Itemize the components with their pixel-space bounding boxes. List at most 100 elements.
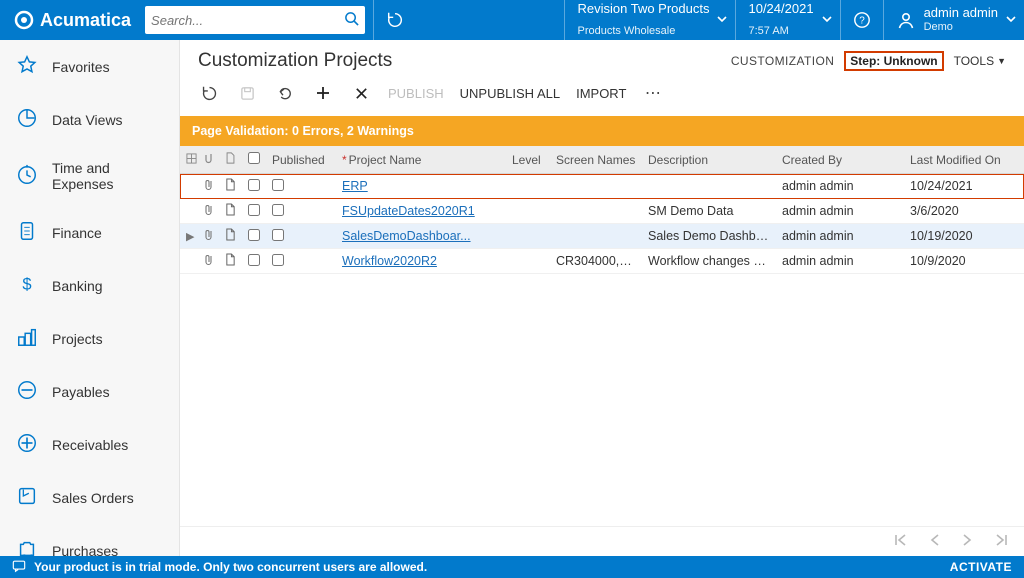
refresh-cell[interactable] [373,0,416,40]
notes-icon[interactable] [218,228,242,244]
search-box[interactable] [145,6,365,34]
main-area: Customization Projects CUSTOMIZATION Ste… [180,40,1024,556]
sidebar-item[interactable]: Favorites [0,40,179,93]
sidebar-item[interactable]: Time and Expenses [0,146,179,206]
cell-created-by: admin admin [776,204,904,218]
import-button[interactable]: IMPORT [576,86,626,101]
history-icon [386,11,404,29]
message-icon [12,559,26,576]
table-row[interactable]: ▶SalesDemoDashboar...Sales Demo Dashboa.… [180,224,1024,249]
sidebar-item[interactable]: Sales Orders [0,471,179,524]
business-date[interactable]: 10/24/2021 7:57 AM [735,0,839,40]
row-select-checkbox[interactable] [248,179,260,191]
notes-icon[interactable] [218,253,242,269]
svg-text:?: ? [859,16,865,27]
row-select-checkbox[interactable] [248,204,260,216]
sidebar-item[interactable]: Projects [0,312,179,365]
help-button[interactable]: ? [840,0,883,40]
company-name: Revision Two Products [577,2,709,17]
col-published[interactable]: Published [266,153,336,167]
search-input[interactable] [151,13,344,28]
cell-created-by: admin admin [776,229,904,243]
sidebar-item-label: Finance [52,225,102,241]
sidebar-item[interactable]: Finance [0,206,179,259]
project-name-link[interactable]: ERP [342,179,368,193]
published-checkbox[interactable] [272,229,284,241]
sidebar-icon [16,485,38,510]
user-name: admin admin [924,6,998,21]
save-button[interactable] [236,82,258,104]
page-next-icon[interactable] [962,534,972,549]
activate-button[interactable]: ACTIVATE [950,560,1012,574]
col-created-by[interactable]: Created By [776,153,904,167]
time-value: 7:57 AM [748,25,788,38]
more-actions-icon[interactable]: ⋯ [642,82,664,104]
sidebar-item-label: Data Views [52,112,123,128]
user-icon [896,10,916,30]
date-value: 10/24/2021 [748,2,813,17]
sidebar-item[interactable]: $Banking [0,259,179,312]
cell-modified: 10/9/2020 [904,254,1024,268]
sidebar-item-label: Sales Orders [52,490,134,506]
sidebar-icon [16,326,38,351]
col-screen-names[interactable]: Screen Names [550,153,642,167]
tools-menu[interactable]: TOOLS ▼ [954,54,1006,68]
sidebar-item-label: Purchases [52,543,118,559]
cell-created-by: admin admin [776,179,904,193]
sidebar-icon [16,54,38,79]
sidebar-icon [16,432,38,457]
table-row[interactable]: Workflow2020R2 CR304000,S...Workflow chan… [180,249,1024,274]
page-first-icon[interactable] [894,534,908,549]
attachment-icon[interactable] [198,204,218,219]
sidebar-item[interactable]: Receivables [0,418,179,471]
notes-icon[interactable] [218,203,242,219]
cell-description: Workflow changes usi... [642,254,776,268]
project-name-link[interactable]: Workflow2020R2 [342,254,437,268]
sidebar-icon [16,164,38,189]
sidebar-item[interactable]: Data Views [0,93,179,146]
refresh-button[interactable] [198,82,220,104]
user-menu[interactable]: admin admin Demo [883,0,1024,40]
sidebar: Favorites Data Views Time and Expenses Fina… [0,40,180,556]
col-description[interactable]: Description [642,153,776,167]
col-project-name[interactable]: *Project Name [336,153,506,167]
attachment-icon[interactable] [198,229,218,244]
table-row[interactable]: FSUpdateDates2020R1SM Demo Dataadmin adm… [180,199,1024,224]
row-select-checkbox[interactable] [248,229,260,241]
cell-modified: 10/19/2020 [904,229,1024,243]
project-name-link[interactable]: FSUpdateDates2020R1 [342,204,475,218]
row-settings-icon[interactable] [186,153,197,164]
published-checkbox[interactable] [272,204,284,216]
company-sub: Products Wholesale [577,25,675,38]
delete-button[interactable] [350,82,372,104]
attachment-icon[interactable] [198,254,218,269]
customization-link[interactable]: CUSTOMIZATION [731,54,834,68]
row-select-checkbox[interactable] [248,254,260,266]
published-checkbox[interactable] [272,179,284,191]
help-icon: ? [853,11,871,29]
published-checkbox[interactable] [272,254,284,266]
notes-icon[interactable] [218,178,242,194]
add-button[interactable] [312,82,334,104]
cell-screens: CR304000,S... [550,254,642,268]
sidebar-icon [16,379,38,404]
top-bar: Acumatica Revision Two Products Products… [0,0,1024,40]
sidebar-item-label: Projects [52,331,103,347]
sidebar-item[interactable]: Payables [0,365,179,418]
undo-button[interactable] [274,82,296,104]
attachment-icon[interactable] [198,179,218,194]
company-selector[interactable]: Revision Two Products Products Wholesale [564,0,735,40]
cell-modified: 10/24/2021 [904,179,1024,193]
col-level[interactable]: Level [506,153,550,167]
chevron-down-icon [717,16,727,24]
project-name-link[interactable]: SalesDemoDashboar... [342,229,471,243]
page-prev-icon[interactable] [930,534,940,549]
sidebar-item-label: Receivables [52,437,128,453]
table-row[interactable]: ERP admin admin10/24/2021 [180,174,1024,199]
page-last-icon[interactable] [994,534,1008,549]
search-icon[interactable] [344,11,359,29]
select-all-checkbox[interactable] [248,152,260,164]
unpublish-all-button[interactable]: UNPUBLISH ALL [460,86,560,101]
col-modified[interactable]: Last Modified On [904,153,1024,167]
brand[interactable]: Acumatica [0,0,145,40]
